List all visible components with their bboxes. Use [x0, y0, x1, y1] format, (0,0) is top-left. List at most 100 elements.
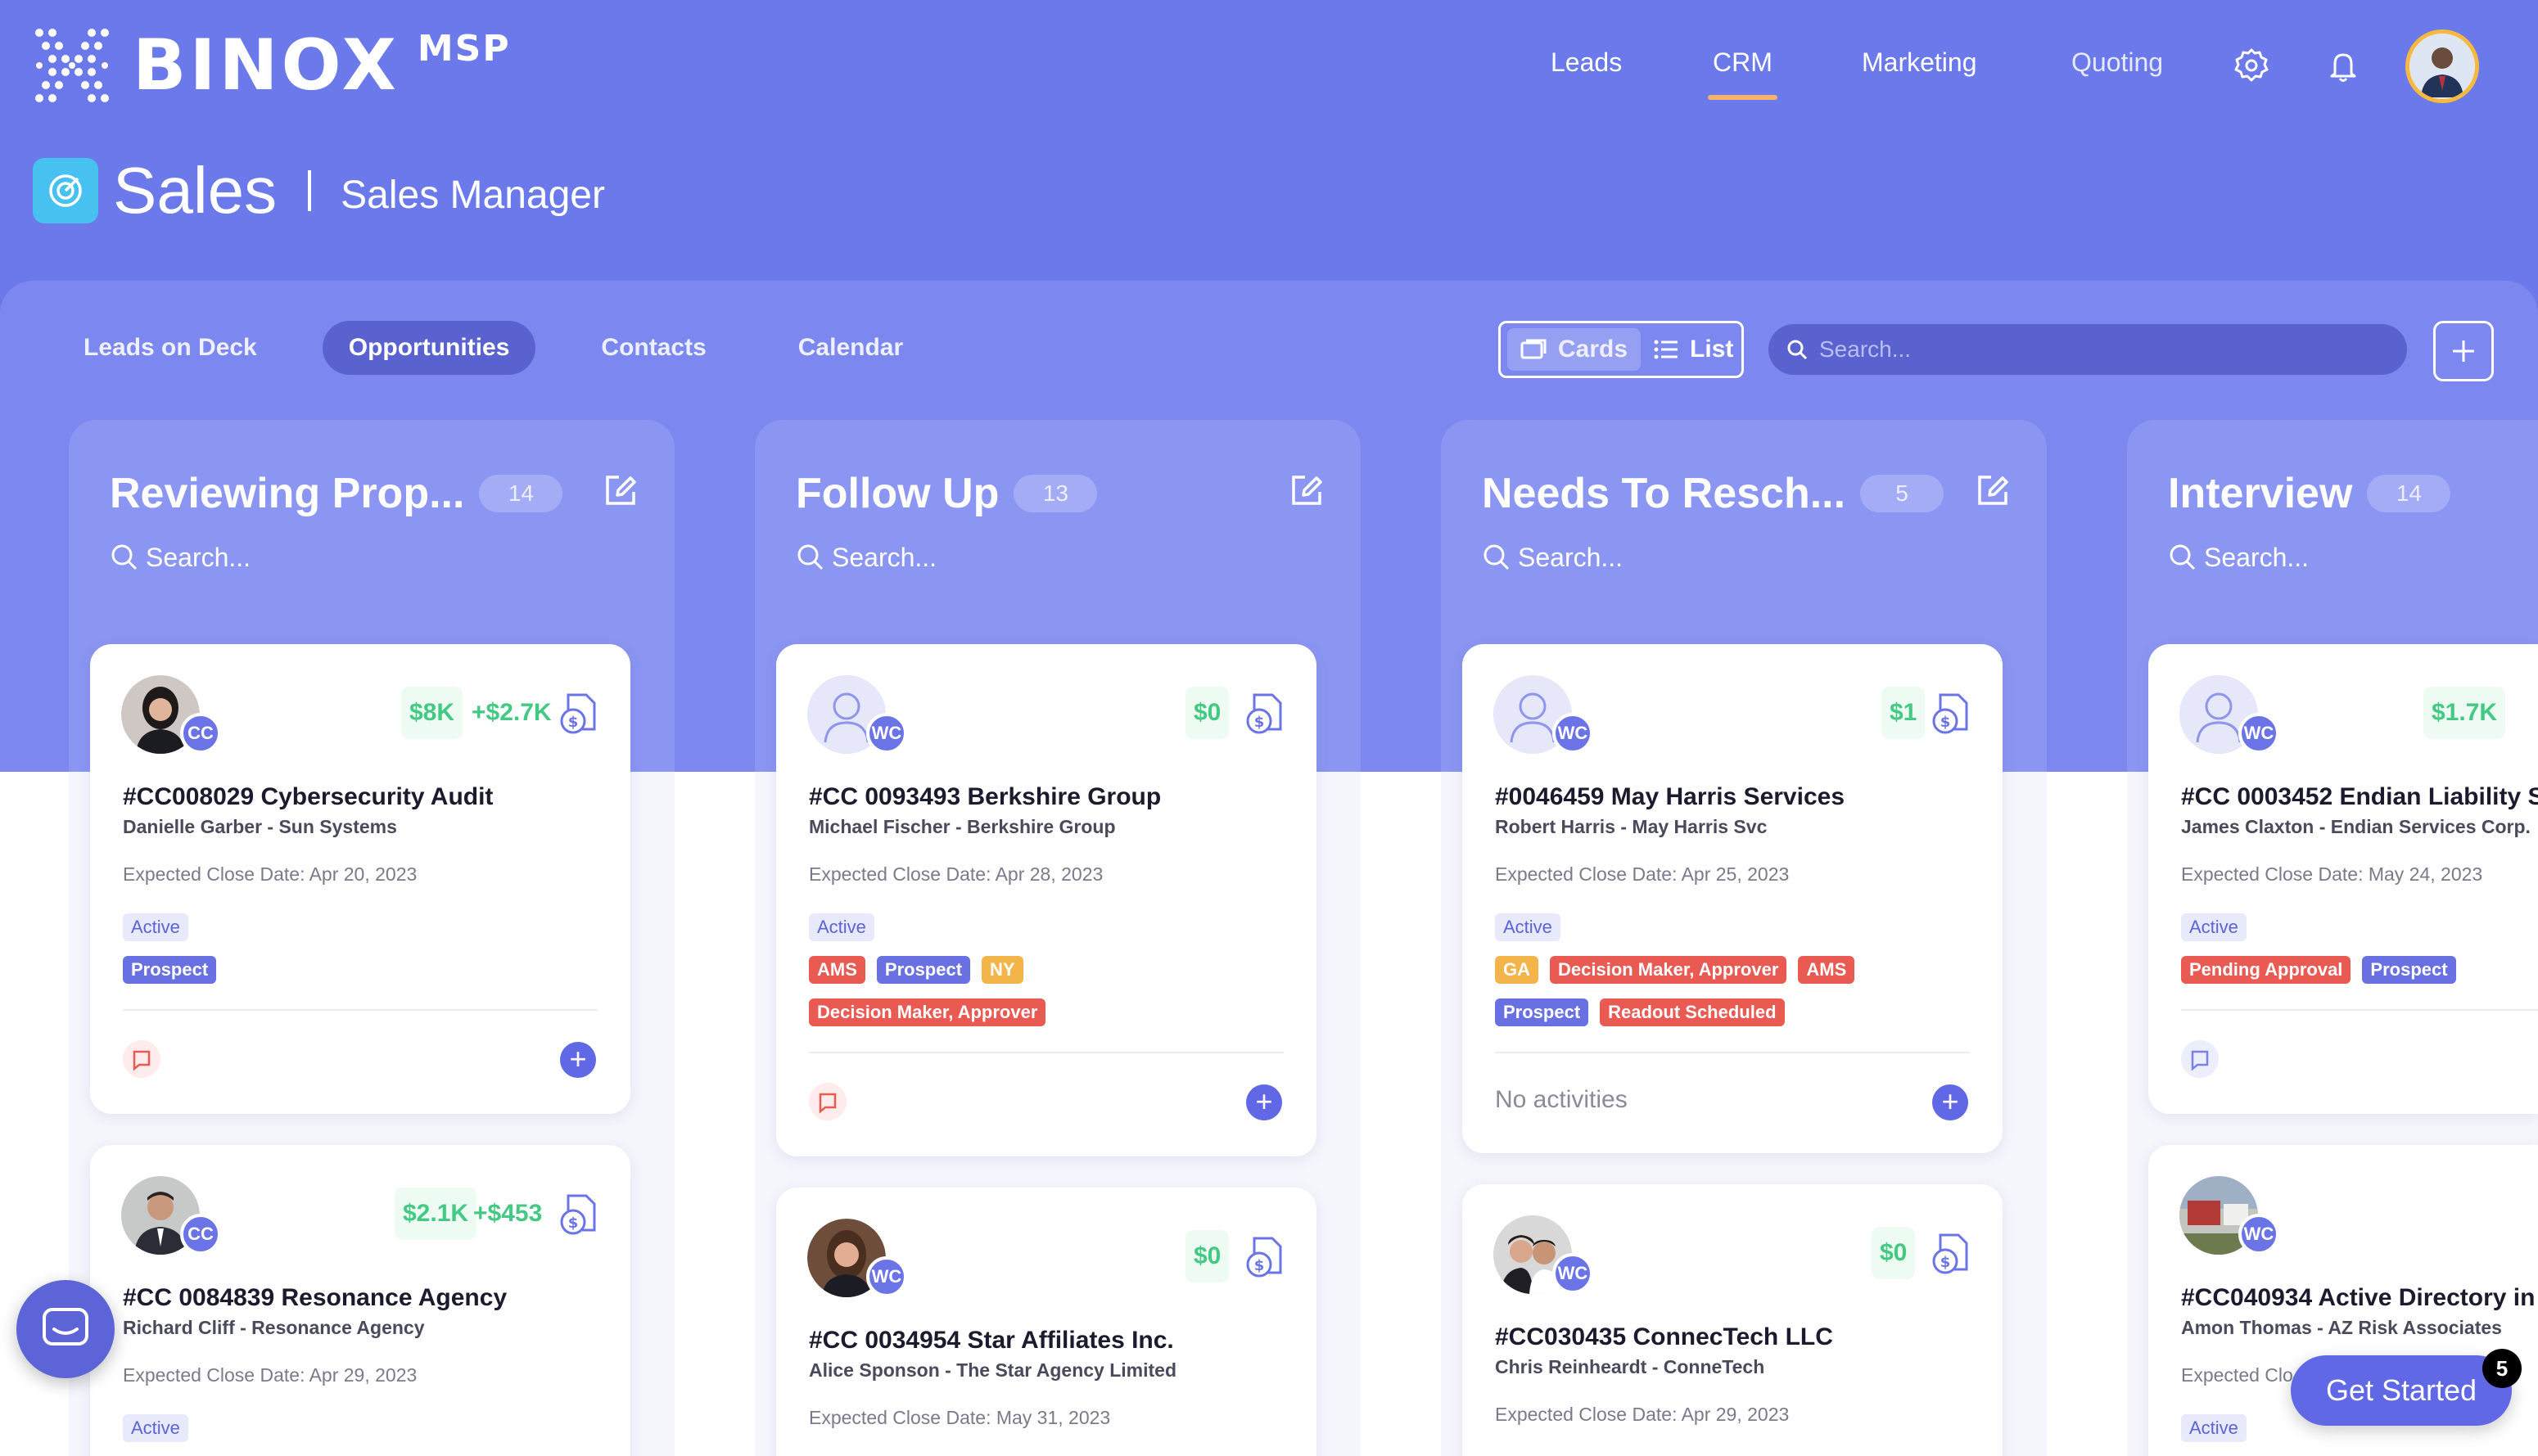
- column-header: Interview 14: [2168, 461, 2451, 526]
- deal-amount: $0: [1185, 687, 1230, 739]
- status-tag: Active: [2181, 913, 2247, 941]
- tag: AMS: [1798, 956, 1855, 984]
- column-count: 14: [2367, 475, 2451, 512]
- card-title[interactable]: #CC 0084839 Resonance Agency: [123, 1284, 507, 1312]
- card-title[interactable]: #CC030435 ConnecTech LLC: [1495, 1323, 1833, 1351]
- search-icon: [111, 544, 138, 570]
- column-search-input[interactable]: [832, 542, 1290, 573]
- opportunity-card[interactable]: WC $1 $ #0046459 May Harris Services Rob…: [1462, 644, 2003, 1153]
- card-title[interactable]: #CC040934 Active Directory in: [2181, 1284, 2535, 1312]
- card-title[interactable]: #CC008029 Cybersecurity Audit: [123, 783, 493, 811]
- card-contact: James Claxton - Endian Services Corp.: [2181, 816, 2531, 837]
- card-close-date: Expected Close Date: May 24, 2023: [2181, 863, 2483, 885]
- svg-text:$: $: [568, 1215, 579, 1232]
- status-tag: Active: [1495, 913, 1560, 941]
- card-title[interactable]: #CC 0003452 Endian Liability S: [2181, 783, 2538, 811]
- cards-icon: [1520, 339, 1547, 359]
- tag: NY: [982, 956, 1023, 984]
- edit-icon[interactable]: [1973, 471, 2012, 510]
- dollar-file-icon[interactable]: $: [557, 692, 599, 736]
- status-tag: Active: [2181, 1414, 2247, 1442]
- tag: Readout Scheduled: [1600, 998, 1785, 1026]
- note-icon[interactable]: [123, 1040, 160, 1078]
- card-contact: Robert Harris - May Harris Svc: [1495, 816, 1768, 837]
- tag: Prospect: [123, 956, 217, 984]
- opportunity-card[interactable]: CC $2.1K +$453 $ #CC 0084839 Resonance A…: [90, 1145, 630, 1456]
- tab-opportunities[interactable]: Opportunities: [322, 321, 536, 375]
- column-search-input[interactable]: [2204, 542, 2515, 573]
- get-started-button[interactable]: Get Started: [2291, 1355, 2512, 1426]
- nav-marketing[interactable]: Marketing: [1862, 47, 1977, 78]
- opportunity-card[interactable]: WC $0 $ #CC 0034954 Star Affiliates Inc.…: [776, 1188, 1316, 1456]
- user-avatar-icon: [2409, 34, 2475, 99]
- nav-leads[interactable]: Leads: [1551, 47, 1622, 78]
- owner-badge: WC: [866, 1256, 907, 1297]
- dollar-file-icon[interactable]: $: [1243, 692, 1285, 736]
- card-title[interactable]: #CC 0034954 Star Affiliates Inc.: [809, 1327, 1174, 1355]
- owner-badge: WC: [2238, 713, 2279, 754]
- column-title: Interview: [2168, 470, 2353, 517]
- search-icon: [797, 544, 824, 570]
- nav-crm[interactable]: CRM: [1708, 47, 1777, 100]
- svg-text:$: $: [1940, 1254, 1951, 1271]
- card-contact: Chris Reinheardt - ConneTech: [1495, 1356, 1765, 1377]
- deal-amount: $1: [1881, 687, 1926, 739]
- note-icon[interactable]: [2181, 1040, 2219, 1078]
- card-close-date: Expected Close Date: Apr 20, 2023: [123, 863, 418, 885]
- column-search-input[interactable]: [146, 542, 604, 573]
- column-count: 5: [1860, 475, 1944, 512]
- tab-contacts[interactable]: Contacts: [575, 321, 732, 375]
- add-activity-button[interactable]: +: [1932, 1084, 1968, 1120]
- chat-launcher-button[interactable]: [16, 1280, 115, 1378]
- chat-icon: [43, 1308, 88, 1346]
- owner-badge: CC: [180, 1214, 221, 1255]
- list-view-button[interactable]: List: [1641, 328, 1746, 371]
- card-close-date: Expected Close Date: Apr 29, 2023: [1495, 1404, 1790, 1425]
- nav-quoting[interactable]: Quoting: [2071, 47, 2163, 78]
- edit-icon[interactable]: [601, 471, 640, 510]
- gear-icon[interactable]: [2232, 46, 2271, 85]
- owner-badge: WC: [1552, 1253, 1593, 1294]
- add-activity-button[interactable]: +: [560, 1042, 596, 1078]
- deal-amount: $0: [1872, 1227, 1916, 1279]
- user-avatar[interactable]: [2405, 29, 2479, 103]
- svg-text:$: $: [1254, 1257, 1265, 1274]
- cards-view-button[interactable]: Cards: [1507, 328, 1642, 371]
- opportunity-card[interactable]: WC $0 $ #CC030435 ConnecTech LLC Chris R…: [1462, 1184, 2003, 1456]
- card-close-date: Expected Close Date: Apr 28, 2023: [809, 863, 1104, 885]
- svg-text:$: $: [568, 714, 579, 731]
- view-toggle: Cards List: [1498, 321, 1744, 378]
- edit-icon[interactable]: [1287, 471, 1326, 510]
- card-title[interactable]: #0046459 May Harris Services: [1495, 783, 1845, 811]
- add-opportunity-button[interactable]: [2433, 321, 2494, 381]
- card-contact: Richard Cliff - Resonance Agency: [123, 1317, 425, 1338]
- column-title: Reviewing Prop...: [110, 470, 465, 517]
- column-search-input[interactable]: [1518, 542, 1976, 573]
- dollar-file-icon[interactable]: $: [1243, 1235, 1285, 1279]
- card-title[interactable]: #CC 0093493 Berkshire Group: [809, 783, 1161, 811]
- pipeline-column: Follow Up 13 WC $0 $ #CC 0093493 Berkshi…: [755, 420, 1361, 1456]
- tab-leads-on-deck[interactable]: Leads on Deck: [57, 321, 283, 375]
- note-icon[interactable]: [809, 1083, 847, 1120]
- opportunity-card[interactable]: WC $1.7K #CC 0003452 Endian Liability S …: [2148, 644, 2538, 1114]
- dollar-file-icon[interactable]: $: [557, 1192, 599, 1237]
- column-header: Follow Up 13: [796, 461, 1098, 526]
- dollar-file-icon[interactable]: $: [1929, 1232, 1971, 1276]
- card-divider: [1495, 1052, 1970, 1053]
- add-activity-button[interactable]: +: [1246, 1084, 1282, 1120]
- cards-view-label: Cards: [1558, 336, 1628, 363]
- opportunity-card[interactable]: WC $0 $ #CC 0093493 Berkshire Group Mich…: [776, 644, 1316, 1156]
- plus-icon: [2453, 340, 2474, 362]
- bell-icon[interactable]: [2323, 46, 2363, 85]
- no-activities-label: No activities: [1495, 1086, 1628, 1113]
- column-count: 13: [1014, 475, 1098, 512]
- card-close-date: Expected Clo: [2181, 1364, 2293, 1386]
- card-contact: Michael Fischer - Berkshire Group: [809, 816, 1116, 837]
- column-header: Needs To Resch... 5: [1482, 461, 1944, 526]
- card-contact: Amon Thomas - AZ Risk Associates: [2181, 1317, 2502, 1338]
- dollar-file-icon[interactable]: $: [1929, 692, 1971, 736]
- opportunity-card[interactable]: CC $8K +$2.7K $ #CC008029 Cybersecurity …: [90, 644, 630, 1114]
- global-search-input[interactable]: [1819, 336, 2376, 363]
- pipeline-column: Interview 14 WC $1.7K #CC 0003452 Endian…: [2127, 420, 2538, 1456]
- tab-calendar[interactable]: Calendar: [772, 321, 929, 375]
